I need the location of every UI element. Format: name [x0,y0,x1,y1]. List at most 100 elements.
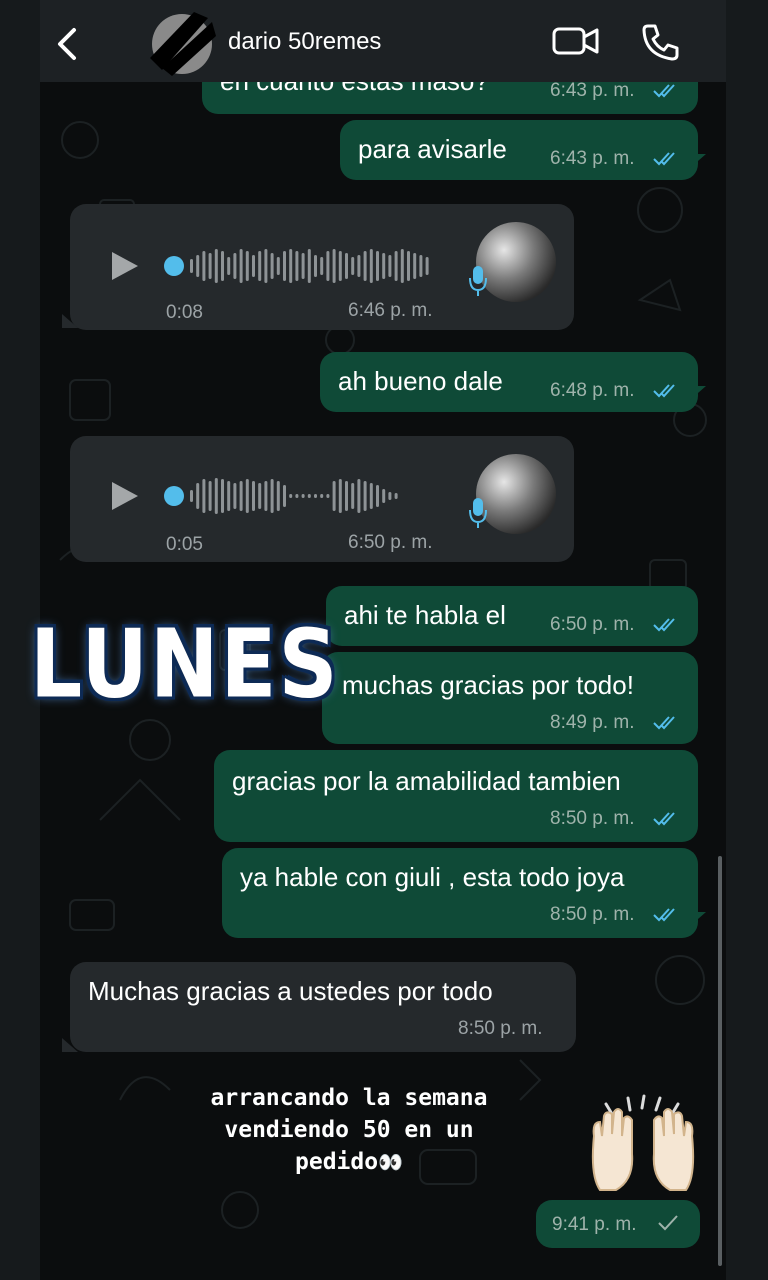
message-bubble-outgoing[interactable]: para avisarle 6:43 p. m. [340,120,706,180]
waveform-bar [338,479,342,513]
message-bubble-outgoing[interactable]: 9:41 p. m. [536,1200,700,1248]
waveform-bar [307,249,311,283]
waveform-bar [301,494,305,498]
waveform-bar [295,494,299,498]
waveform-bar [239,481,243,511]
message-bubble-incoming[interactable]: Muchas gracias a ustedes por todo 8:50 p… [62,962,576,1052]
message-time: 9:41 p. m. [552,1214,637,1235]
chat-header: dario 50remes [40,0,726,82]
video-camera-icon[interactable] [552,24,600,58]
waveform-bar [289,249,293,283]
waveform-bar [208,481,212,511]
message-bubble-outgoing[interactable]: ah bueno dale 6:48 p. m. [320,352,706,412]
double-check-read-icon [653,618,675,632]
voice-message-incoming[interactable]: 0:05 6:50 p. m. [70,436,574,562]
voice-duration: 0:05 [166,534,203,555]
waveform-bar [276,481,280,511]
eyes-emoji: 👀 [378,1150,403,1174]
waveform-bar [221,251,224,281]
waveform-bar [264,249,268,283]
message-text: ah bueno dale [338,366,503,396]
waveform-bar [258,251,262,281]
message-time: 8:50 p. m. [550,808,635,829]
waveform-bar [252,481,255,511]
message-time: 6:50 p. m. [348,532,433,553]
play-icon[interactable] [110,480,140,512]
waveform-bar [276,257,280,275]
message-bubble-outgoing[interactable]: gracias por la amabilidad tambien 8:50 p… [214,750,698,842]
waveform-bar [388,255,392,277]
waveform-bar [314,494,317,498]
waveform-bar [407,251,410,281]
phone-icon[interactable] [640,22,680,62]
waveform-bar [382,489,386,503]
waveform-bar [376,251,379,281]
microphone-icon [469,266,487,296]
waveform-bar [233,253,237,279]
waveform-bar [214,478,218,514]
waveform-bar [196,255,200,277]
chevron-left-icon[interactable] [52,26,82,62]
story-caption-line: arrancando la semana [210,1085,488,1111]
story-caption-line: pedido👀 [168,1146,530,1178]
waveform-bar [208,253,212,279]
voice-waveform[interactable] [164,242,448,290]
avatar[interactable] [142,8,222,78]
scrollbar[interactable] [718,856,722,1266]
message-bubble-outgoing[interactable]: muchas gracias por todo! 8:49 p. m. [322,652,698,744]
waveform-bar [202,251,206,281]
double-check-read-icon [653,908,675,922]
waveform-bar [345,253,348,279]
story-caption: arrancando la semana vendiendo 50 en un … [168,1082,530,1178]
message-time: 6:48 p. m. [550,380,635,401]
message-bubble-outgoing[interactable]: ya hable con giuli , esta todo joya 8:50… [222,848,706,938]
sender-photo [476,222,556,302]
waveform-bar [376,485,379,507]
story-caption-line: vendiendo 50 en un [224,1117,474,1143]
playback-dot[interactable] [164,256,184,276]
sender-photo [476,454,556,534]
message-text: ahi te habla el [344,600,506,630]
waveform-bar [419,255,423,277]
waveform-bar [394,493,398,499]
waveform-bar [258,483,262,509]
play-icon[interactable] [110,250,140,282]
waveform-bar [270,479,274,513]
waveform-bar [289,494,293,498]
waveform-bar [264,481,268,511]
message-time: 8:50 p. m. [550,904,635,925]
waveform-bar [190,259,193,273]
message-text: ya hable con giuli , esta todo joya [240,862,625,892]
message-text: Muchas gracias a ustedes por todo [88,976,493,1006]
waveform-bar [196,483,200,509]
voice-waveform[interactable] [164,472,448,520]
waveform-bar [326,494,330,498]
waveform-bar [307,494,311,498]
waveform-bar [283,485,286,507]
waveform-bar [245,479,249,513]
waveform-bar [270,253,274,279]
microphone-icon [469,498,487,528]
double-check-read-icon [653,716,675,730]
playback-dot[interactable] [164,486,184,506]
message-time: 6:43 p. m. [550,80,635,101]
voice-message-incoming[interactable]: 0:08 6:46 p. m. [62,204,574,330]
message-text: muchas gracias por todo! [342,670,634,700]
waveform-bar [239,249,243,283]
message-time: 6:46 p. m. [348,300,433,321]
waveform-bar [252,255,255,277]
single-check-sent-icon [658,1215,678,1231]
message-bubble-outgoing[interactable]: ahi te habla el 6:50 p. m. [326,586,698,646]
message-text: para avisarle [358,134,507,164]
contact-name[interactable]: dario 50remes [228,28,381,56]
message-time: 6:43 p. m. [550,148,635,169]
waveform-bar [190,490,193,502]
waveform-bar [345,481,348,511]
double-check-read-icon [653,812,675,826]
waveform-bar [227,257,231,275]
waveform-bar [357,479,361,513]
waveform-bar [351,257,355,275]
waveform-bar [245,251,249,281]
waveform-bar [369,483,373,509]
raising-hands-icon [591,1094,695,1191]
